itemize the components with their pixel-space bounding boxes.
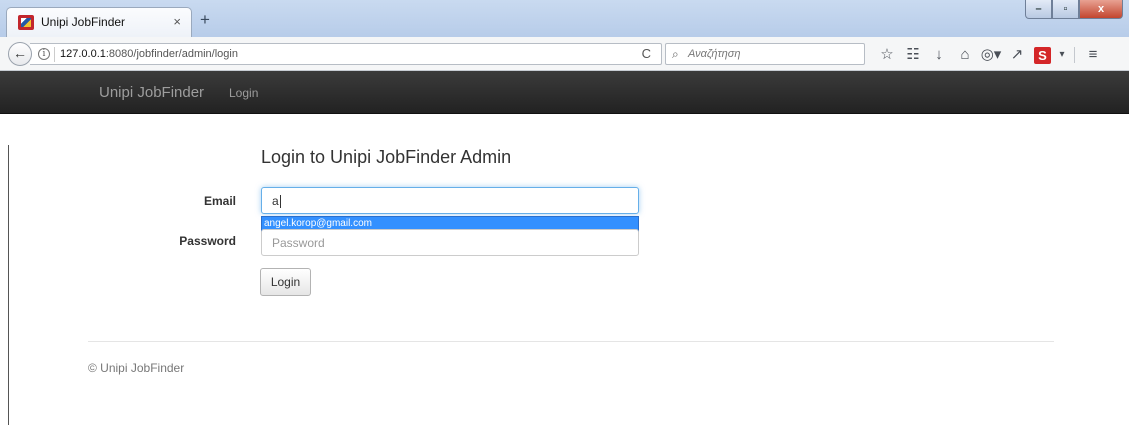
menu-icon[interactable]: ≡ — [1080, 45, 1106, 65]
search-icon: ⌕ — [672, 47, 679, 61]
text-caret — [279, 195, 281, 209]
download-icon[interactable]: ↓ — [926, 45, 952, 65]
search-placeholder: Αναζήτηση — [688, 48, 741, 60]
browser-tab[interactable]: Unipi JobFinder × — [6, 7, 192, 37]
reading-list-icon[interactable]: ☷ — [900, 45, 926, 65]
toolbar-icons: ☆ ☷ ↓ ⌂ ◎▾ ↗ S ▾ ≡ — [874, 45, 1106, 65]
minimize-button[interactable]: – — [1025, 0, 1052, 19]
search-bar[interactable]: ⌕ Αναζήτηση — [665, 43, 865, 65]
tab-close-icon[interactable]: × — [173, 14, 181, 30]
site-favicon-icon — [18, 15, 34, 30]
back-button[interactable]: ← — [8, 42, 32, 66]
pin-icon[interactable]: ↗ — [1004, 45, 1030, 65]
page-left-edge — [8, 145, 9, 425]
email-field[interactable]: a — [261, 187, 639, 214]
footer-text: © Unipi JobFinder — [88, 361, 185, 375]
nav-login-link[interactable]: Login — [229, 86, 258, 100]
toolbar-separator — [1074, 47, 1075, 63]
url-text[interactable]: 127.0.0.1:8080/jobfinder/admin/login — [60, 48, 238, 60]
maximize-button[interactable]: ▫ — [1052, 0, 1079, 19]
tab-title: Unipi JobFinder — [41, 15, 126, 29]
url-bar[interactable]: i 127.0.0.1:8080/jobfinder/admin/login C — [30, 43, 662, 65]
star-icon[interactable]: ☆ — [874, 45, 900, 65]
url-separator — [54, 47, 55, 62]
password-field[interactable]: Password — [261, 229, 639, 256]
s-extension-icon[interactable]: S — [1034, 46, 1051, 64]
login-button[interactable]: Login — [260, 268, 311, 296]
new-tab-button[interactable]: + — [200, 11, 210, 28]
site-navbar: Unipi JobFinder Login — [0, 71, 1129, 114]
browser-toolbar: i 127.0.0.1:8080/jobfinder/admin/login C… — [0, 37, 1129, 71]
site-brand-link[interactable]: Unipi JobFinder — [99, 84, 204, 101]
site-info-icon[interactable]: i — [38, 48, 50, 60]
dropdown-icon[interactable]: ▾ — [1055, 45, 1069, 65]
home-icon[interactable]: ⌂ — [952, 45, 978, 65]
addon-icon[interactable]: ◎▾ — [978, 45, 1004, 65]
browser-titlebar: Unipi JobFinder × + – ▫ x — [0, 0, 1129, 37]
window-controls: – ▫ x — [1025, 0, 1123, 21]
password-label: Password — [179, 234, 236, 248]
email-value: a — [272, 194, 279, 208]
page-title: Login to Unipi JobFinder Admin — [261, 147, 512, 167]
email-label: Email — [203, 194, 236, 208]
reload-icon[interactable]: C — [642, 46, 651, 61]
password-placeholder: Password — [272, 236, 325, 250]
close-window-button[interactable]: x — [1079, 0, 1123, 19]
autocomplete-suggestion[interactable]: angel.korop@gmail.com — [264, 218, 372, 229]
footer-divider — [88, 341, 1054, 342]
